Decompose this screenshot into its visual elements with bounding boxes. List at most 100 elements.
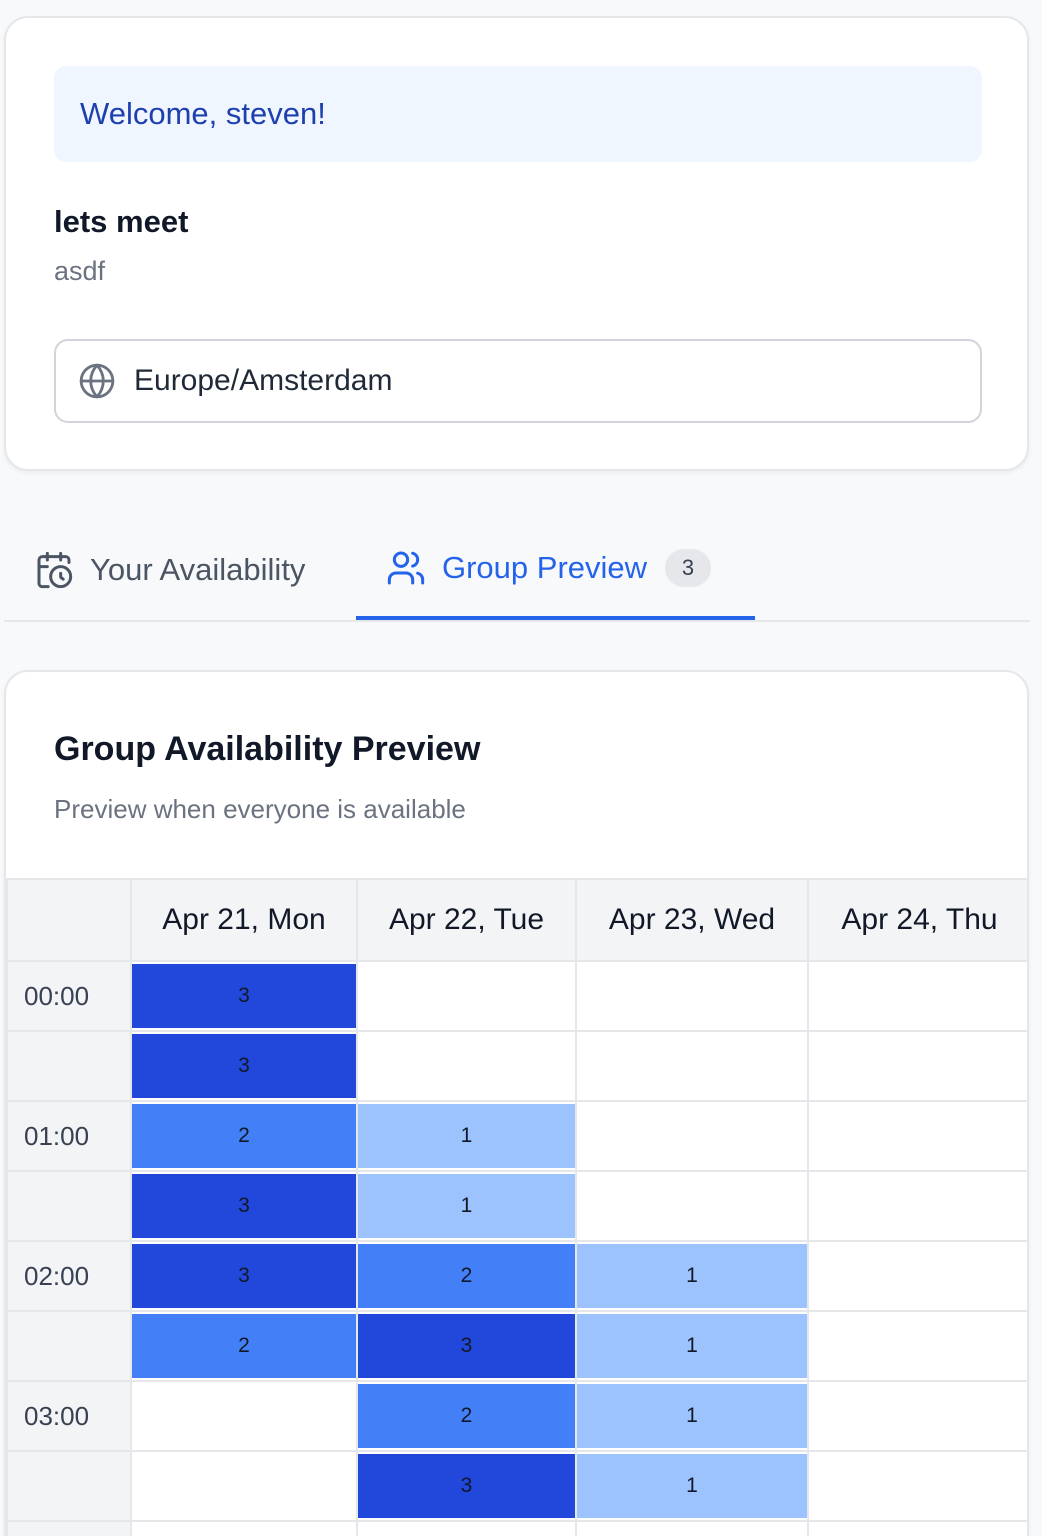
- availability-cell[interactable]: [807, 1100, 1027, 1172]
- users-icon: [387, 551, 425, 585]
- time-label: [6, 1450, 132, 1522]
- availability-cell[interactable]: [575, 1170, 809, 1242]
- availability-cell[interactable]: 2: [130, 1310, 358, 1382]
- time-slot-row: 3: [6, 1030, 1027, 1102]
- time-slot-row: 01:00 2 1: [6, 1100, 1027, 1172]
- availability-cell[interactable]: [356, 960, 577, 1032]
- availability-cell[interactable]: [807, 1450, 1027, 1522]
- availability-count: 3: [358, 1454, 575, 1518]
- availability-cell[interactable]: [130, 1450, 358, 1522]
- availability-cell[interactable]: [130, 1380, 358, 1452]
- grid-header-row: Apr 21, Mon Apr 22, Tue Apr 23, Wed Apr 24,…: [6, 878, 1027, 962]
- availability-count: [809, 1384, 1027, 1448]
- availability-cell[interactable]: 3: [130, 1170, 358, 1242]
- availability-count: [809, 1524, 1027, 1536]
- availability-cell[interactable]: [130, 1520, 358, 1536]
- preview-subtitle: Preview when everyone is available: [54, 794, 466, 824]
- availability-cell[interactable]: [356, 1520, 577, 1536]
- availability-count: 1: [577, 1244, 807, 1308]
- availability-count: 2: [358, 1244, 575, 1308]
- availability-cell[interactable]: 2: [356, 1380, 577, 1452]
- time-slot-row: 231: [6, 1310, 1027, 1382]
- availability-count: [132, 1454, 356, 1518]
- availability-count: [132, 1384, 356, 1448]
- availability-count: 1: [577, 1384, 807, 1448]
- view-tabs: Your Availability Group Preview 3: [4, 520, 1030, 622]
- availability-cell[interactable]: 2: [356, 1240, 577, 1312]
- availability-count: [809, 1314, 1027, 1378]
- timezone-value: Europe/Amsterdam: [134, 364, 393, 397]
- tab-your-availability[interactable]: Your Availability: [34, 520, 305, 620]
- availability-count: 3: [132, 964, 356, 1028]
- availability-cell[interactable]: [807, 960, 1027, 1032]
- time-label: 02:00: [6, 1240, 132, 1312]
- availability-cell[interactable]: 2: [130, 1100, 358, 1172]
- time-label: 03:00: [6, 1380, 132, 1452]
- availability-count: 2: [358, 1384, 575, 1448]
- time-label: [6, 1520, 132, 1536]
- availability-count: [577, 1174, 807, 1238]
- availability-count: [358, 1524, 575, 1536]
- time-slot-row: 00:00 3: [6, 960, 1027, 1032]
- availability-count: 3: [132, 1244, 356, 1308]
- availability-cell[interactable]: 1: [575, 1450, 809, 1522]
- event-card: Welcome, steven! lets meet asdf Europe/A…: [4, 16, 1029, 471]
- event-description: asdf: [54, 256, 106, 286]
- availability-cell[interactable]: [807, 1380, 1027, 1452]
- availability-count: [577, 1104, 807, 1168]
- time-slot-row: [6, 1520, 1027, 1536]
- availability-count: 3: [358, 1314, 575, 1378]
- availability-cell[interactable]: [807, 1310, 1027, 1382]
- globe-icon: [79, 363, 115, 399]
- event-title: lets meet: [54, 204, 189, 239]
- availability-count: [809, 1244, 1027, 1308]
- day-column-header: Apr 21, Mon: [130, 878, 358, 962]
- availability-count: [577, 1524, 807, 1536]
- availability-count: [809, 964, 1027, 1028]
- availability-cell[interactable]: [575, 960, 809, 1032]
- availability-cell[interactable]: 3: [130, 1030, 358, 1102]
- tab-group-preview[interactable]: Group Preview 3: [356, 520, 755, 620]
- availability-cell[interactable]: [807, 1170, 1027, 1242]
- availability-cell[interactable]: 1: [575, 1240, 809, 1312]
- availability-cell[interactable]: 3: [356, 1310, 577, 1382]
- time-slot-row: 31: [6, 1170, 1027, 1242]
- time-label: [6, 1170, 132, 1242]
- availability-count: 1: [577, 1314, 807, 1378]
- availability-cell[interactable]: 3: [130, 1240, 358, 1312]
- welcome-banner: Welcome, steven!: [54, 66, 982, 162]
- availability-cell[interactable]: 1: [356, 1170, 577, 1242]
- availability-count: [577, 964, 807, 1028]
- availability-cell[interactable]: 3: [356, 1450, 577, 1522]
- availability-count: 2: [132, 1314, 356, 1378]
- availability-cell[interactable]: 1: [575, 1310, 809, 1382]
- availability-cell[interactable]: 3: [130, 960, 358, 1032]
- time-slot-row: 03:00 2 1: [6, 1380, 1027, 1452]
- availability-count: 3: [132, 1034, 356, 1098]
- day-column-header: Apr 24, Thu: [807, 878, 1027, 962]
- participant-count-badge: 3: [665, 549, 712, 587]
- tab-your-availability-label: Your Availability: [90, 552, 306, 587]
- availability-cell[interactable]: [807, 1030, 1027, 1102]
- availability-cell[interactable]: [575, 1520, 809, 1536]
- day-column-header: Apr 22, Tue: [356, 878, 577, 962]
- availability-count: 1: [358, 1104, 575, 1168]
- preview-title: Group Availability Preview: [54, 730, 481, 768]
- availability-cell[interactable]: [807, 1520, 1027, 1536]
- availability-cell[interactable]: [575, 1100, 809, 1172]
- availability-cell[interactable]: [807, 1240, 1027, 1312]
- availability-count: 1: [577, 1454, 807, 1518]
- tab-group-preview-label: Group Preview: [442, 550, 648, 585]
- availability-count: 2: [132, 1104, 356, 1168]
- availability-cell[interactable]: 1: [356, 1100, 577, 1172]
- availability-count: [809, 1174, 1027, 1238]
- availability-count: 1: [358, 1174, 575, 1238]
- timezone-selector[interactable]: Europe/Amsterdam: [54, 339, 982, 423]
- time-label: [6, 1310, 132, 1382]
- availability-cell[interactable]: [356, 1030, 577, 1102]
- availability-count: [809, 1034, 1027, 1098]
- availability-cell[interactable]: [575, 1030, 809, 1102]
- day-column-header: Apr 23, Wed: [575, 878, 809, 962]
- time-label: [6, 1030, 132, 1102]
- availability-cell[interactable]: 1: [575, 1380, 809, 1452]
